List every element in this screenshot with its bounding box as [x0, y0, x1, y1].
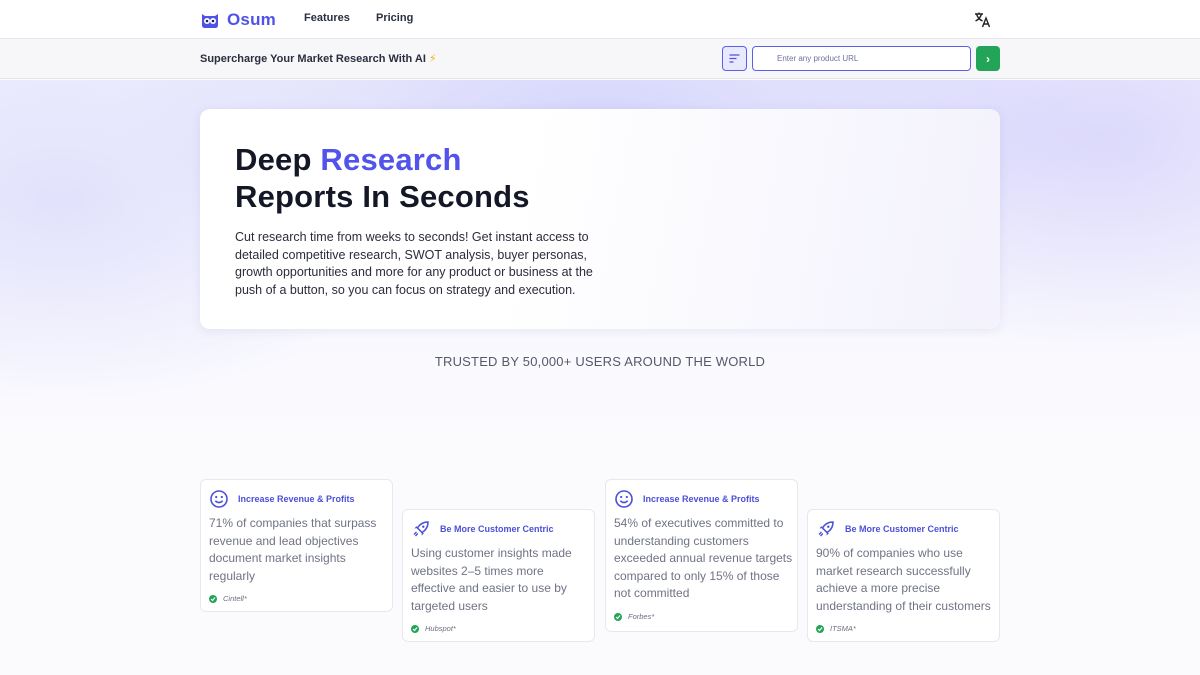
trusted-by-text: TRUSTED BY 50,000+ USERS AROUND THE WORL… — [434, 354, 766, 369]
tagline: Supercharge Your Market Research With AI… — [200, 52, 437, 65]
hero-title-line2: Reports In Seconds — [235, 179, 530, 214]
stat-card: Be More Customer Centric Using customer … — [402, 509, 595, 642]
stat-category: Increase Revenue & Profits — [643, 494, 760, 504]
stat-category: Increase Revenue & Profits — [238, 494, 355, 504]
hero-card: Deep Research Reports In Seconds Cut res… — [200, 109, 1000, 329]
stat-source-label: ITSMA* — [830, 624, 856, 633]
rocket-icon — [818, 521, 834, 537]
check-icon — [614, 612, 622, 621]
stat-category: Be More Customer Centric — [440, 524, 554, 534]
stat-source: Hubspot* — [411, 624, 456, 633]
stat-source: Forbes* — [614, 612, 654, 621]
stat-text: Using customer insights made websites 2–… — [411, 546, 572, 613]
rocket-icon — [413, 521, 429, 537]
lightning-icon: ⚡ — [428, 53, 437, 65]
nav-link-pricing[interactable]: Pricing — [376, 12, 413, 24]
owl-logo-icon — [202, 14, 218, 28]
filter-button[interactable] — [722, 46, 747, 71]
stat-text: 71% of companies that surpass revenue an… — [209, 516, 377, 583]
stat-category: Be More Customer Centric — [845, 524, 959, 534]
stat-source-label: Forbes* — [628, 612, 655, 621]
smile-icon — [210, 490, 228, 508]
hero-title: Deep Research Reports In Seconds — [235, 141, 530, 215]
tagline-text: Supercharge Your Market Research With AI — [200, 53, 426, 65]
search-bar-row: Supercharge Your Market Research With AI… — [0, 39, 1200, 79]
product-url-input[interactable] — [752, 46, 971, 71]
hero-description: Cut research time from weeks to seconds!… — [235, 230, 593, 297]
brand-name: Osum — [227, 10, 276, 29]
stat-source: Cintell* — [209, 594, 247, 603]
stat-text: 54% of executives committed to understan… — [614, 516, 793, 600]
hero-title-part1: Deep — [235, 142, 321, 177]
nav-link-features[interactable]: Features — [304, 12, 350, 24]
check-icon — [816, 624, 824, 633]
brand-logo[interactable]: Osum — [200, 10, 276, 30]
top-navbar: Osum Features Pricing — [0, 0, 1200, 39]
hero-title-accent: Research — [320, 142, 462, 177]
translate-icon[interactable] — [974, 11, 991, 28]
smile-icon — [615, 490, 633, 508]
filter-lines-icon — [729, 54, 740, 63]
stat-source-label: Hubspot* — [425, 624, 456, 633]
stat-source-label: Cintell* — [223, 594, 247, 603]
stat-text: 90% of companies who use market research… — [816, 546, 991, 613]
stat-card: Increase Revenue & Profits 71% of compan… — [200, 479, 393, 612]
stat-card: Increase Revenue & Profits 54% of execut… — [605, 479, 798, 632]
stat-card: Be More Customer Centric 90% of companie… — [807, 509, 1000, 642]
stat-source: ITSMA* — [816, 624, 856, 633]
check-icon — [209, 594, 217, 603]
check-icon — [411, 624, 419, 633]
submit-url-button[interactable]: › — [976, 46, 1000, 71]
